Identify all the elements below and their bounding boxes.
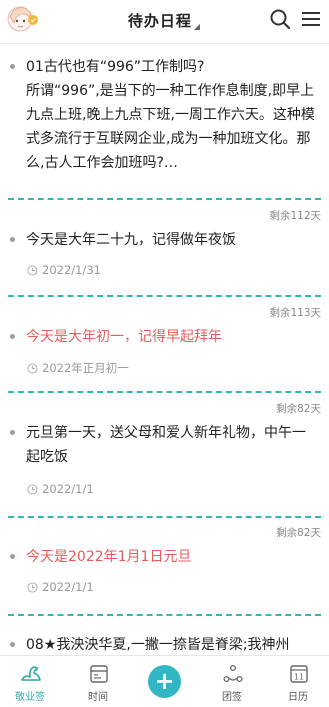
item-date-text: 2022年正月初一 xyxy=(42,361,129,375)
item-date: 2022年正月初一 xyxy=(27,360,129,376)
bullet-dot xyxy=(10,430,15,435)
tab-label: 团签 xyxy=(222,692,242,703)
item-date-text: 2022/1/1 xyxy=(42,482,94,496)
bottom-tab-bar: 敬业签 时间 + 团签 11 日历 xyxy=(0,655,329,707)
calendar-day-number: 11 xyxy=(294,673,304,682)
bullet-dot xyxy=(10,554,15,559)
divider xyxy=(8,198,321,200)
item-text: 元旦第一天，送父母和爱人新年礼物，中午一起吃饭 xyxy=(26,425,306,465)
tab-calendar[interactable]: 11 日历 xyxy=(268,656,328,707)
list-item[interactable]: 今天是大年初一，记得早起拜年 2022年正月初一 xyxy=(0,321,329,391)
item-text: 今天是大年二十九，记得做年夜饭 xyxy=(26,232,236,248)
bullet-dot xyxy=(10,237,15,242)
clock-icon xyxy=(27,264,38,276)
divider xyxy=(8,295,321,297)
divider xyxy=(8,614,321,616)
item-date: 2022/1/31 xyxy=(27,263,101,277)
bullet-dot xyxy=(10,334,15,339)
clock-icon xyxy=(27,581,38,593)
remaining-days: 剩余112天 xyxy=(269,210,321,222)
tab-jingyeqian[interactable]: 敬业签 xyxy=(0,656,60,707)
search-icon[interactable] xyxy=(268,7,292,31)
calendar-grid-icon xyxy=(90,665,108,683)
calendar-day-icon: 11 xyxy=(290,665,308,683)
menu-icon[interactable] xyxy=(299,7,323,31)
divider xyxy=(8,391,321,393)
add-button[interactable]: + xyxy=(148,665,181,698)
list-item[interactable]: 08★我泱泱华夏,一撇一捺皆是脊梁;我神州 xyxy=(0,629,329,654)
item-date-text: 2022/1/31 xyxy=(42,263,101,277)
item-date: 2022/1/1 xyxy=(27,482,94,496)
item-text: 08★我泱泱华夏,一撇一捺皆是脊梁;我神州 xyxy=(26,637,290,653)
clock-icon xyxy=(27,483,38,495)
tab-label: 时间 xyxy=(88,692,108,703)
bullet-dot xyxy=(10,64,15,69)
tab-team[interactable]: 团签 xyxy=(202,656,262,707)
remaining-days: 剩余82天 xyxy=(276,403,321,415)
swan-icon xyxy=(21,666,41,681)
remaining-days: 剩余82天 xyxy=(276,527,321,539)
title-caret-icon: ◢ xyxy=(193,22,202,31)
item-text: 今天是大年初一，记得早起拜年 xyxy=(26,329,222,345)
add-button-label: + xyxy=(154,667,175,695)
clock-icon xyxy=(27,362,38,374)
tab-time[interactable]: 时间 xyxy=(68,656,128,707)
list-item[interactable]: 今天是大年二十九，记得做年夜饭 2022/1/31 xyxy=(0,224,329,294)
list-item[interactable]: 元旦第一天，送父母和爱人新年礼物，中午一起吃饭 2022/1/1 xyxy=(0,417,329,513)
bullet-dot xyxy=(10,642,15,647)
team-dots-icon xyxy=(223,664,243,683)
schedule-list[interactable]: 01古代也有“996”工作制吗? 所谓“996”,是当下的一种工作作息制度,即早… xyxy=(0,44,329,654)
item-text: 今天是2022年1月1日元旦 xyxy=(26,549,192,565)
divider xyxy=(8,516,321,518)
remaining-days: 剩余113天 xyxy=(269,307,321,319)
tab-label: 敬业签 xyxy=(15,692,45,703)
item-date: 2022/1/1 xyxy=(27,580,94,594)
top-bar: 待办日程 ◢ xyxy=(0,0,329,44)
item-text: 01古代也有“996”工作制吗? 所谓“996”,是当下的一种工作作息制度,即早… xyxy=(26,59,315,171)
page-title-text: 待办日程 xyxy=(127,12,192,30)
list-item[interactable]: 今天是2022年1月1日元旦 2022/1/1 xyxy=(0,541,329,611)
item-date-text: 2022/1/1 xyxy=(42,580,94,594)
tab-label: 日历 xyxy=(288,692,308,703)
list-item[interactable]: 01古代也有“996”工作制吗? 所谓“996”,是当下的一种工作作息制度,即早… xyxy=(0,44,329,206)
